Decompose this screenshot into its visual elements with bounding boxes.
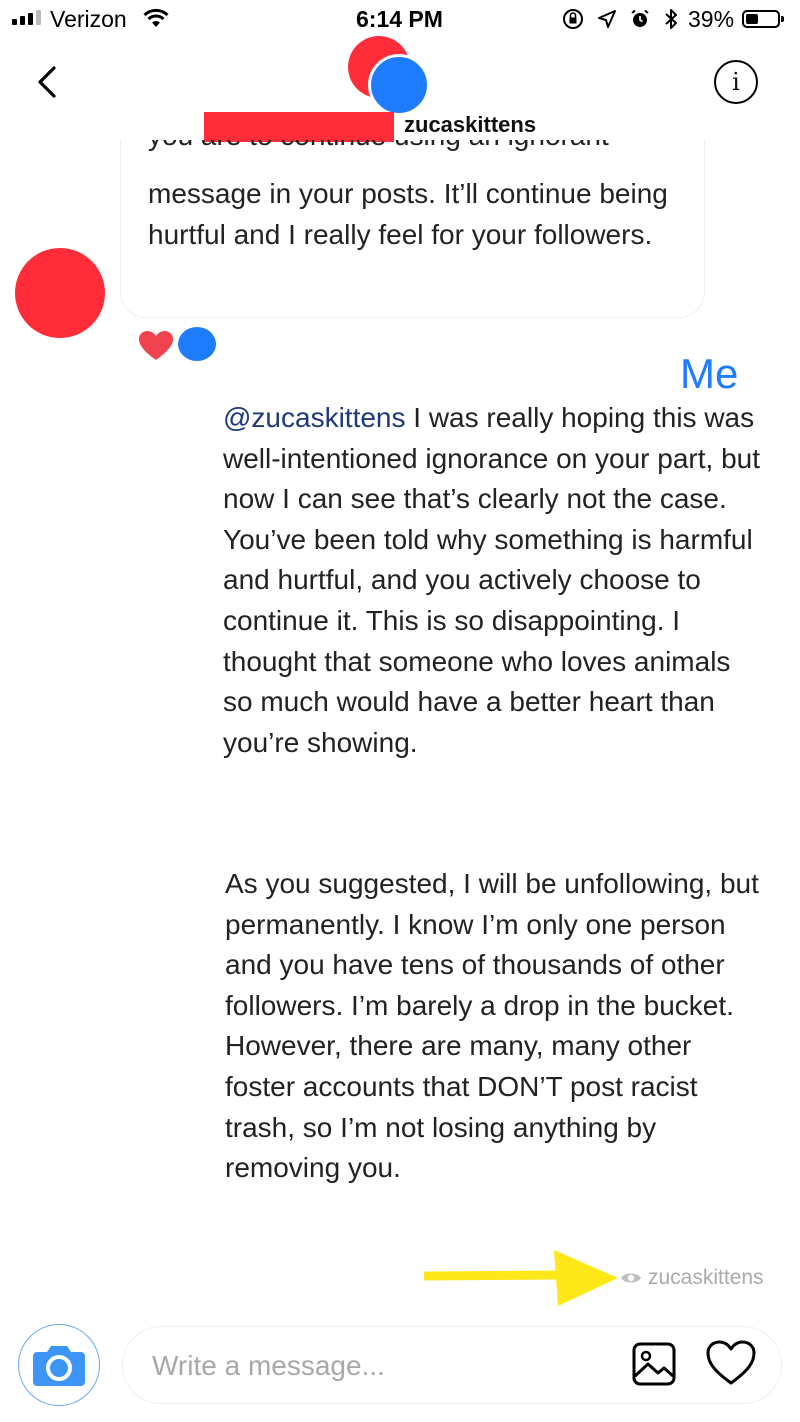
bluetooth-icon: [665, 9, 677, 29]
seen-by-label: zucaskittens: [648, 1266, 764, 1289]
location-icon: [598, 10, 616, 28]
orientation-lock-icon: [563, 9, 583, 29]
sent-message-text-continued[interactable]: As you suggested, I will be unfollowing,…: [225, 864, 765, 1189]
sent-message-part1: I was really hoping this was well-intent…: [223, 402, 761, 758]
back-button[interactable]: [30, 62, 70, 102]
battery-percent: 39%: [688, 6, 735, 32]
arrow-annotation: [424, 1250, 618, 1306]
redacted-avatar: [368, 54, 430, 116]
status-bar: Verizon 6:14 PM 39%: [0, 0, 800, 40]
signal-icon: [12, 10, 41, 25]
like-heart-icon[interactable]: [706, 1340, 756, 1386]
info-button[interactable]: i: [714, 60, 758, 104]
sender-avatar[interactable]: [15, 248, 105, 338]
heart-icon: [139, 331, 173, 360]
info-icon: i: [732, 68, 740, 96]
seen-indicator: zucaskittens: [620, 1266, 764, 1290]
mention-link[interactable]: @zucaskittens: [223, 402, 406, 433]
camera-button[interactable]: [18, 1324, 100, 1406]
eye-icon: [621, 1273, 641, 1283]
received-message-text: message in your posts. It’ll continue be…: [148, 178, 668, 250]
status-icons: [562, 8, 678, 30]
wifi-icon: [143, 8, 169, 27]
battery-icon: [742, 10, 784, 28]
clock: 6:14 PM: [356, 6, 443, 32]
me-annotation: Me: [680, 350, 739, 397]
redaction-bar: [204, 112, 394, 142]
camera-icon: [33, 1346, 85, 1386]
alarm-icon: [631, 9, 649, 27]
gallery-icon[interactable]: [632, 1342, 676, 1386]
carrier-label: Verizon: [50, 6, 127, 32]
received-message-cut-line: you are to continue using an ignorant: [148, 140, 668, 160]
message-input[interactable]: [152, 1344, 602, 1388]
sent-message-text[interactable]: @zucaskittens I was really hoping this w…: [223, 398, 763, 763]
reaction-avatar: [175, 324, 219, 364]
header-username[interactable]: zucaskittens: [404, 112, 536, 138]
